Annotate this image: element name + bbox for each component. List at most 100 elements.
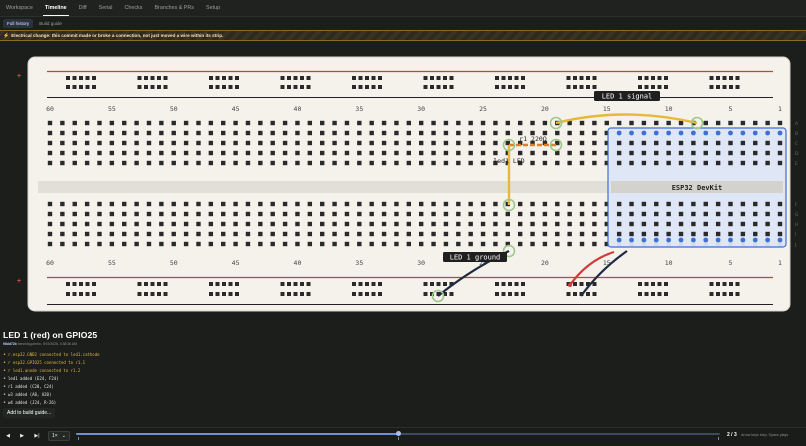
tab-full-history[interactable]: Full history [3,18,34,28]
breadboard-hole [183,120,189,126]
rail-hole [85,85,90,89]
devkit-pin [666,130,672,136]
breadboard-hole [258,221,263,227]
breadboard-hole [122,140,127,146]
breadboard-hole [282,241,288,247]
breadboard-hole [456,120,461,126]
step-marker[interactable] [78,437,79,440]
breadboard-hole [196,150,201,156]
breadboard-hole [282,120,288,126]
add-to-build-guide-button[interactable]: Add to build guide... [3,408,56,418]
rail-hole [215,76,220,80]
breadboard-hole [357,231,362,237]
breadboard-hole [97,130,102,136]
timeline-scrubber[interactable] [76,431,720,436]
breadboard-hole [344,130,350,136]
breadboard-hole [567,241,572,247]
breadboard-hole [418,211,424,217]
rail-hole [300,76,304,80]
breadboard-hole [134,201,139,207]
breadboard-hole [357,211,362,217]
breadboard-hole [703,160,708,166]
breadboard-hole [307,231,313,237]
rail-hole [287,292,291,296]
breadboard-hole [171,201,176,207]
breadboard-hole [394,231,399,237]
tab-timeline[interactable]: Timeline [39,0,73,16]
breadboard-hole [443,140,449,146]
column-number: 50 [170,259,178,267]
tab-diff[interactable]: Diff [73,0,93,16]
breadboard-hole [233,160,238,166]
breadboard-hole [72,221,77,227]
rail-hole [501,282,506,286]
breadboard-hole [84,150,90,156]
breadboard-hole [196,160,201,166]
breadboard-hole [728,150,733,156]
rail-hole [716,76,720,80]
devkit-pin [777,237,783,243]
rail-hole [222,85,226,89]
rail-hole [378,76,382,80]
rail-hole [235,76,239,80]
breadboard-hole [381,160,387,166]
commit-title: LED 1 (red) on GPIO25 [3,330,98,340]
breadboard-hole [443,241,449,247]
breadboard-hole [84,130,90,136]
breadboard-hole [654,211,659,217]
breadboard-hole [134,221,139,227]
breadboard-hole [616,160,622,166]
rail-hole [79,76,83,80]
rail-hole [150,76,155,80]
breadboard-hole [171,211,176,217]
rail-hole [352,85,356,89]
rail-hole [729,76,733,80]
tab-serial[interactable]: Serial [93,0,119,16]
change-text: w3 added (A8, A20) [8,392,52,397]
tab-workspace[interactable]: Workspace [0,0,39,16]
scrubber-handle[interactable] [395,431,401,436]
tab-branches-prs[interactable]: Branches & PRs [148,0,200,16]
breadboard-hole [381,120,387,126]
play-button[interactable]: ▶ [18,431,26,441]
row-letter: G [795,212,799,218]
breadboard-view[interactable]: 60 60 55 55 50 50 45 45 40 40 35 35 30 30 25 25 20 20 15 15… [0,42,806,320]
breadboard-hole [517,120,523,126]
speed-select[interactable]: 1× ⌄ [48,431,70,441]
breadboard-hole [159,140,164,146]
breadboard-hole [270,201,275,207]
tab-setup[interactable]: Setup [200,0,226,16]
breadboard-hole [233,231,238,237]
breadboard-hole [394,241,399,247]
step-marker[interactable] [398,437,399,440]
breadboard-hole [592,160,597,166]
rail-hole [644,292,649,296]
rail-hole [163,282,168,286]
breadboard-canvas[interactable]: 6060555550504545404035353030252520201515… [0,42,806,320]
change-text: r1 added (C20, C24) [8,384,54,389]
rail-hole [449,292,454,296]
breadboard-hole [666,160,671,166]
rail-hole [352,76,356,80]
breadboard-hole [456,160,461,166]
breadboard-hole [567,160,572,166]
breadboard-hole [418,241,424,247]
commit-hash[interactable]: 98dd72b [3,342,17,346]
step-forward-button[interactable]: ▶| [32,431,42,441]
breadboard-hole [332,120,337,126]
breadboard-hole [357,201,362,207]
rail-hole [235,292,239,296]
breadboard-hole [97,241,102,247]
rail-hole [72,282,77,286]
step-marker[interactable] [718,437,719,440]
breadboard-hole [678,231,684,237]
rail-hole [306,85,311,89]
step-back-button[interactable]: ◀ [4,431,12,441]
rail-hole [664,292,668,296]
rail-hole [443,282,447,286]
rail-hole [579,282,584,286]
tab-build-guide[interactable]: Build guide [35,19,66,28]
tab-checks[interactable]: Checks [118,0,148,16]
rail-hole [371,292,376,296]
breadboard-hole [47,160,53,166]
